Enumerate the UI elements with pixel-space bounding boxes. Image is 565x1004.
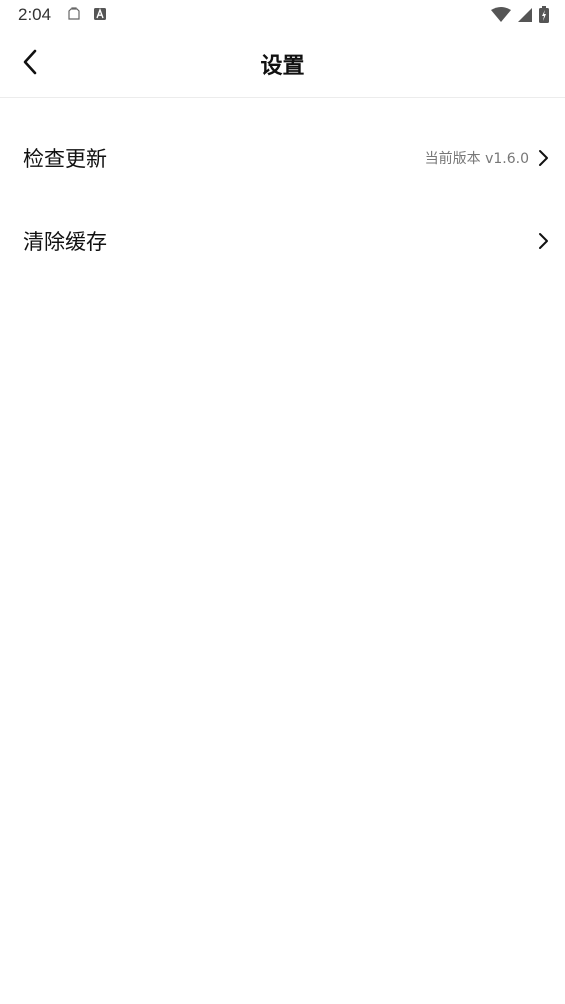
back-button[interactable] — [14, 48, 46, 80]
nav-bar: 设置 — [0, 30, 565, 98]
settings-item-label: 清除缓存 — [23, 229, 107, 254]
version-value: 当前版本 v1.6.0 — [424, 150, 529, 167]
settings-item-check-update[interactable]: 检查更新 当前版本 v1.6.0 — [0, 116, 565, 199]
cellular-signal-icon — [517, 7, 533, 27]
status-indicators — [491, 6, 549, 27]
page-title: 设置 — [260, 53, 305, 79]
status-bar: 2:04 — [0, 0, 565, 30]
status-time: 2:04 — [18, 5, 52, 24]
wifi-icon — [491, 6, 511, 27]
notification-icons — [67, 6, 107, 25]
clipboard-icon — [67, 6, 81, 25]
chevron-right-icon — [537, 231, 551, 251]
settings-list: 检查更新 当前版本 v1.6.0 清除缓存 — [0, 116, 565, 282]
font-a-icon — [93, 6, 107, 25]
settings-item-clear-cache[interactable]: 清除缓存 — [0, 199, 565, 282]
battery-charging-icon — [539, 6, 549, 27]
chevron-left-icon — [22, 49, 38, 79]
settings-item-label: 检查更新 — [23, 146, 107, 171]
chevron-right-icon — [537, 148, 551, 168]
